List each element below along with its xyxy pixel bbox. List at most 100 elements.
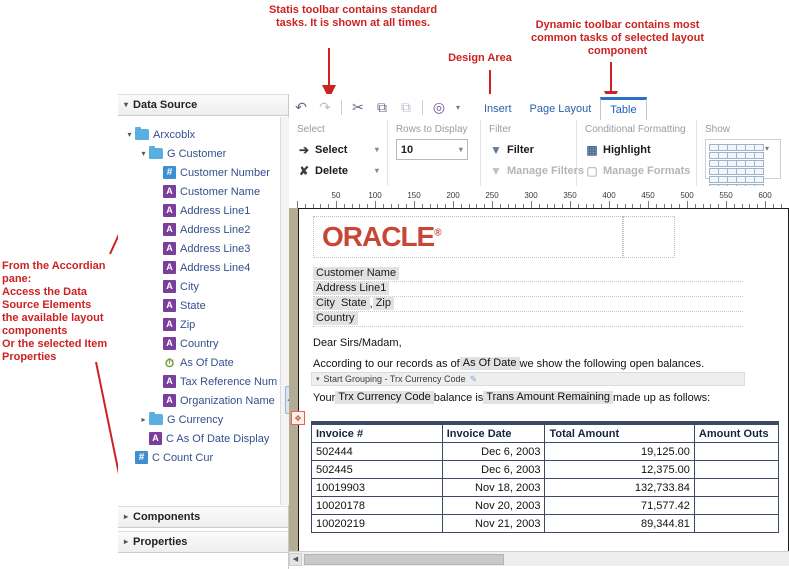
tree-item[interactable]: AOrganization Name xyxy=(118,391,280,410)
table-cell[interactable]: Dec 6, 2003 xyxy=(442,461,545,479)
table-row[interactable]: 10020219Nov 21, 200389,344.81 xyxy=(312,515,779,533)
address-line[interactable]: Country xyxy=(313,311,743,327)
table-cell[interactable] xyxy=(694,443,778,461)
table-cell[interactable]: 19,125.00 xyxy=(545,443,694,461)
accordion-section-data-source[interactable]: ▾ Data Source xyxy=(118,94,288,116)
invoice-table[interactable]: Invoice #Invoice DateTotal AmountAmount … xyxy=(311,424,779,533)
address-line[interactable]: Customer Name xyxy=(313,266,743,282)
address-line[interactable]: City State , Zip xyxy=(313,296,743,312)
logo-cell[interactable]: ORACLE® xyxy=(313,216,623,258)
table-cell[interactable]: 502444 xyxy=(312,443,443,461)
table-cell[interactable]: 89,344.81 xyxy=(545,515,694,533)
tree-item[interactable]: ACustomer Name xyxy=(118,182,280,201)
preview-icon[interactable]: ◎ xyxy=(427,96,451,118)
table-cell[interactable]: Nov 18, 2003 xyxy=(442,479,545,497)
show-grid-preview[interactable]: ▾ xyxy=(705,139,781,179)
data-field[interactable]: Customer Name xyxy=(313,267,399,280)
tab-page-layout[interactable]: Page Layout xyxy=(521,98,601,120)
data-field[interactable]: Trans Amount Remaining xyxy=(483,391,613,404)
tree-item[interactable]: #Customer Number xyxy=(118,163,280,182)
data-field[interactable]: Country xyxy=(313,312,358,325)
data-field[interactable]: Address Line1 xyxy=(313,282,389,295)
manage-filters-button[interactable]: ▼ Manage Filters xyxy=(489,160,568,181)
data-field[interactable]: As Of Date xyxy=(460,357,520,370)
tree-item[interactable]: AState xyxy=(118,296,280,315)
table-cell[interactable] xyxy=(694,515,778,533)
highlight-button[interactable]: ▦ Highlight xyxy=(585,139,688,160)
table-cell[interactable]: 502445 xyxy=(312,461,443,479)
horizontal-scrollbar[interactable]: ◀ xyxy=(289,551,789,566)
chevron-down-icon[interactable]: ▾ xyxy=(363,145,379,154)
table-cell[interactable]: Dec 6, 2003 xyxy=(442,443,545,461)
table-column-header[interactable]: Invoice Date xyxy=(442,425,545,443)
tree-item[interactable]: ⏱As Of Date xyxy=(118,353,280,372)
address-line[interactable]: Address Line1 xyxy=(313,281,743,297)
tree-item[interactable]: AZip xyxy=(118,315,280,334)
undo-icon[interactable]: ↶ xyxy=(289,96,313,118)
chevron-down-icon[interactable]: ▾ xyxy=(451,96,465,118)
tree-item[interactable]: AC As Of Date Display xyxy=(118,429,280,448)
tree-item[interactable]: ▾G Customer xyxy=(118,144,280,163)
table-cell[interactable]: Nov 21, 2003 xyxy=(442,515,545,533)
tree-item[interactable]: ▾Arxcoblx xyxy=(118,125,280,144)
edit-pencil-icon[interactable]: ✎ xyxy=(470,374,478,385)
tree-item[interactable]: ACity xyxy=(118,277,280,296)
table-cell[interactable]: 10020178 xyxy=(312,497,443,515)
redo-icon[interactable]: ↷ xyxy=(313,96,337,118)
table-cell[interactable]: Nov 20, 2003 xyxy=(442,497,545,515)
filter-button[interactable]: ▼ Filter xyxy=(489,139,568,160)
tree-item[interactable]: AAddress Line4 xyxy=(118,258,280,277)
copy-icon[interactable]: ⧉ xyxy=(370,96,394,118)
table-move-handle[interactable]: ✥ xyxy=(291,411,305,425)
accordion-section-components[interactable]: ▸ Components xyxy=(118,506,288,528)
table-row[interactable]: 10020178Nov 20, 200371,577.42 xyxy=(312,497,779,515)
tree-item[interactable]: AAddress Line1 xyxy=(118,201,280,220)
paste-icon[interactable]: ⧉ xyxy=(394,96,418,118)
accordion-scroll-strip[interactable] xyxy=(280,117,289,505)
data-field[interactable]: City xyxy=(313,297,338,310)
table-cell[interactable]: 10020219 xyxy=(312,515,443,533)
tree-item[interactable]: ATax Reference Num xyxy=(118,372,280,391)
chevron-down-icon[interactable]: ▾ xyxy=(316,375,320,383)
delete-button[interactable]: ✘ Delete ▾ xyxy=(297,160,379,181)
report-page[interactable]: ORACLE® Customer NameAddress Line1City S… xyxy=(298,208,789,552)
chevron-right-icon[interactable]: ▸ xyxy=(138,415,149,424)
tab-insert[interactable]: Insert xyxy=(475,98,521,120)
table-row[interactable]: 10019903Nov 18, 2003132,733.84 xyxy=(312,479,779,497)
logo-cell-right[interactable] xyxy=(623,216,675,258)
table-column-header[interactable]: Total Amount xyxy=(545,425,694,443)
table-column-header[interactable]: Amount Outs xyxy=(694,425,778,443)
cut-icon[interactable]: ✂ xyxy=(346,96,370,118)
design-area[interactable]: ORACLE® Customer NameAddress Line1City S… xyxy=(289,208,789,569)
data-field[interactable]: Zip xyxy=(373,297,394,310)
table-row[interactable]: 502445Dec 6, 200312,375.00 xyxy=(312,461,779,479)
table-cell[interactable] xyxy=(694,461,778,479)
tree-item[interactable]: AAddress Line2 xyxy=(118,220,280,239)
table-cell[interactable]: 71,577.42 xyxy=(545,497,694,515)
rows-to-display-stepper[interactable]: 10 ▾ xyxy=(396,139,468,160)
chevron-down-icon[interactable]: ▾ xyxy=(765,144,769,153)
chevron-down-icon[interactable]: ▾ xyxy=(363,166,379,175)
select-button[interactable]: ➔ Select ▾ xyxy=(297,139,379,160)
table-row[interactable]: 502444Dec 6, 200319,125.00 xyxy=(312,443,779,461)
tree-item[interactable]: ACountry xyxy=(118,334,280,353)
tree-item[interactable]: #C Count Cur xyxy=(118,448,280,467)
table-cell[interactable]: 12,375.00 xyxy=(545,461,694,479)
manage-formats-button[interactable]: ▢ Manage Formats xyxy=(585,160,688,181)
table-cell[interactable] xyxy=(694,479,778,497)
data-source-tree[interactable]: ▾Arxcoblx▾G Customer#Customer NumberACus… xyxy=(118,117,280,505)
scroll-left-arrow[interactable]: ◀ xyxy=(289,553,302,566)
scroll-thumb[interactable] xyxy=(304,554,504,565)
data-field[interactable]: Trx Currency Code xyxy=(335,391,434,404)
table-column-header[interactable]: Invoice # xyxy=(312,425,443,443)
tree-item[interactable]: AAddress Line3 xyxy=(118,239,280,258)
tab-table[interactable]: Table xyxy=(600,97,646,120)
table-cell[interactable]: 132,733.84 xyxy=(545,479,694,497)
group-marker-bar[interactable]: ▾ Start Grouping - Trx Currency Code ✎ xyxy=(311,372,745,386)
tree-item[interactable]: ▸G Currency xyxy=(118,410,280,429)
chevron-down-icon[interactable]: ▾ xyxy=(459,145,463,154)
accordion-section-properties[interactable]: ▸ Properties xyxy=(118,531,288,553)
chevron-down-icon[interactable]: ▾ xyxy=(124,130,135,139)
chevron-down-icon[interactable]: ▾ xyxy=(138,149,149,158)
data-field[interactable]: State xyxy=(338,297,370,310)
